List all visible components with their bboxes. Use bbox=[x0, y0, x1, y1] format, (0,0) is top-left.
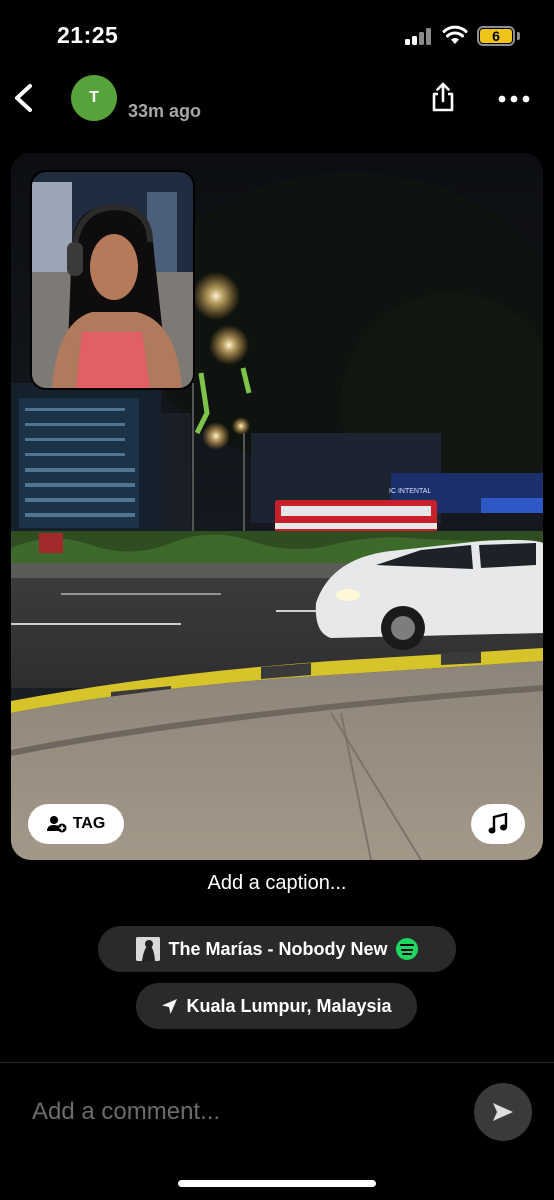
svg-text:IC INTENTAL: IC INTENTAL bbox=[389, 488, 431, 495]
wifi-icon bbox=[442, 25, 468, 44]
cellular-signal-icon bbox=[405, 28, 433, 45]
selfie-image bbox=[32, 172, 193, 388]
music-button[interactable] bbox=[471, 804, 525, 844]
post-photo[interactable]: IC INTENTAL TAG bbox=[11, 153, 543, 860]
home-indicator[interactable] bbox=[178, 1180, 376, 1187]
caption-field[interactable]: Add a caption... bbox=[0, 872, 554, 895]
avatar[interactable]: T bbox=[71, 75, 117, 121]
status-bar: 21:25 6 bbox=[0, 0, 554, 70]
send-icon bbox=[493, 1103, 513, 1121]
share-icon[interactable] bbox=[431, 82, 455, 112]
battery-tip bbox=[517, 32, 520, 40]
send-button[interactable] bbox=[474, 1083, 532, 1141]
add-person-icon bbox=[46, 816, 67, 833]
song-pill[interactable]: The Marías - Nobody New bbox=[98, 926, 456, 972]
divider bbox=[0, 1062, 554, 1063]
selfie-inset[interactable] bbox=[30, 170, 195, 390]
post-time-ago: 33m ago bbox=[128, 101, 202, 121]
music-note-icon bbox=[488, 813, 508, 834]
location-pill[interactable]: Kuala Lumpur, Malaysia bbox=[136, 983, 417, 1029]
tag-button[interactable]: TAG bbox=[28, 804, 124, 844]
tag-label: TAG bbox=[72, 815, 106, 832]
post-header: T 33m ago bbox=[0, 70, 554, 130]
album-art-icon bbox=[136, 937, 161, 961]
chevron-left-icon[interactable] bbox=[10, 78, 36, 118]
battery-level: 6 bbox=[480, 28, 512, 44]
comment-input[interactable] bbox=[32, 1092, 452, 1132]
more-icon[interactable] bbox=[498, 95, 530, 103]
song-title: The Marías - Nobody New bbox=[168, 938, 388, 959]
location-label: Kuala Lumpur, Malaysia bbox=[186, 995, 392, 1016]
location-arrow-icon bbox=[162, 998, 178, 1014]
status-time: 21:25 bbox=[57, 22, 119, 48]
battery-icon: 6 bbox=[477, 26, 515, 46]
spotify-icon bbox=[395, 938, 418, 960]
